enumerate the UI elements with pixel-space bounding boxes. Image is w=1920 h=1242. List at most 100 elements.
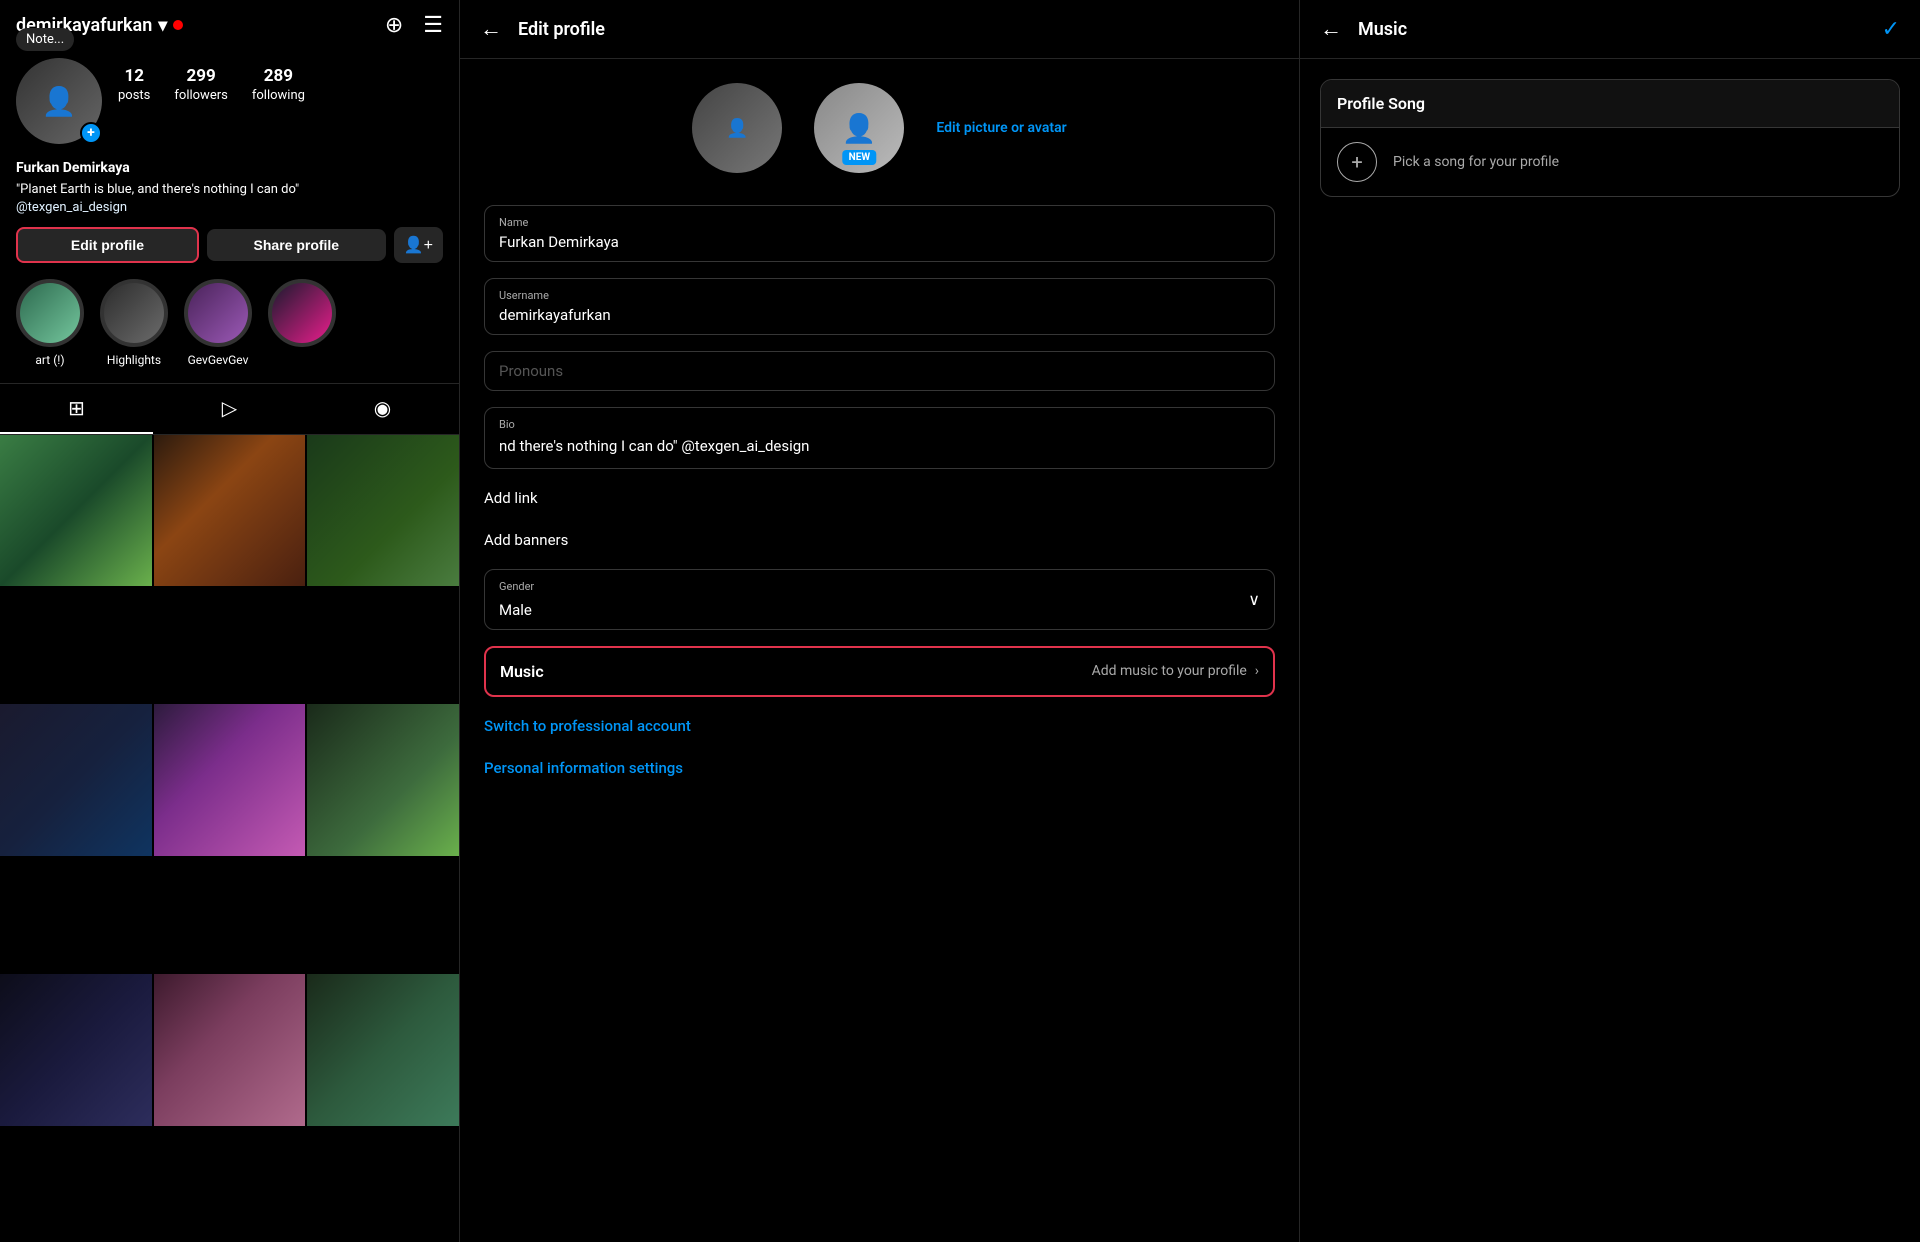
pick-song-text: Pick a song for your profile xyxy=(1393,154,1559,170)
name-value: Furkan Demirkaya xyxy=(499,233,1260,251)
right-panel: ← Music ✓ Profile Song + Pick a song for… xyxy=(1300,0,1920,1242)
left-panel: demirkayafurkan ▾ ⊕ ☰ Note... 👤 + 12 pos… xyxy=(0,0,460,1242)
photo-cell-4[interactable] xyxy=(0,704,152,856)
bio-fullname: Furkan Demirkaya xyxy=(16,160,443,176)
music-chevron-icon: › xyxy=(1255,663,1259,679)
gender-inner: Gender Male xyxy=(499,580,534,619)
bio-field[interactable]: Bio nd there's nothing I can do" @texgen… xyxy=(484,407,1275,469)
highlight-circle-gevgevgev xyxy=(184,279,252,347)
music-confirm-button[interactable]: ✓ xyxy=(1882,17,1900,42)
bio-field-value: nd there's nothing I can do" @texgen_ai_… xyxy=(499,435,1260,458)
action-buttons: Edit profile Share profile 👤+ xyxy=(0,227,459,279)
posts-label: posts xyxy=(118,88,150,103)
photo-cell-8[interactable] xyxy=(154,974,306,1126)
share-profile-button[interactable]: Share profile xyxy=(207,229,386,261)
edit-profile-button[interactable]: Edit profile xyxy=(16,227,199,263)
profile-section: Note... 👤 + 12 posts 299 followers 289 f… xyxy=(0,50,459,160)
pronouns-field[interactable]: Pronouns xyxy=(484,351,1275,391)
profile-song-header: Profile Song xyxy=(1321,80,1899,128)
bio-link[interactable]: @texgen_ai_design xyxy=(16,200,443,215)
highlight-gevgevgev-image xyxy=(188,283,248,343)
photo-cell-7[interactable] xyxy=(0,974,152,1126)
photo-cell-6[interactable] xyxy=(307,704,459,856)
highlight-item-gevgevgev[interactable]: GevGevGev xyxy=(184,279,252,367)
edit-header: ← Edit profile xyxy=(460,0,1299,59)
posts-value: 12 xyxy=(124,66,144,86)
photo-cell-5[interactable] xyxy=(154,704,306,856)
photo-cell-2[interactable] xyxy=(154,435,306,587)
bio-text: "Planet Earth is blue, and there's nothi… xyxy=(16,180,443,200)
add-post-button[interactable]: ⊕ xyxy=(385,12,403,38)
username-chevron-icon: ▾ xyxy=(158,15,167,36)
edit-title: Edit profile xyxy=(518,19,605,40)
bio-section: Furkan Demirkaya "Planet Earth is blue, … xyxy=(0,160,459,227)
edit-picture-link[interactable]: Edit picture or avatar xyxy=(936,120,1066,136)
music-field[interactable]: Music Add music to your profile › xyxy=(484,646,1275,697)
gender-label: Gender xyxy=(499,580,534,593)
highlight-circle-art xyxy=(16,279,84,347)
music-field-label: Music xyxy=(500,662,544,681)
switch-professional-link[interactable]: Switch to professional account xyxy=(484,713,1275,739)
profile-song-add-button[interactable]: + Pick a song for your profile xyxy=(1321,128,1899,196)
username-field[interactable]: Username demirkayafurkan xyxy=(484,278,1275,335)
highlight-item-highlights[interactable]: Highlights xyxy=(100,279,168,367)
tab-reels[interactable]: ▷ xyxy=(153,384,306,434)
middle-panel: ← Edit profile 👤 👤 NEW Edit picture or a… xyxy=(460,0,1300,1242)
top-bar-icons: ⊕ ☰ xyxy=(385,12,443,38)
following-value: 289 xyxy=(264,66,293,86)
name-field[interactable]: Name Furkan Demirkaya xyxy=(484,205,1275,262)
music-action-text: Add music to your profile xyxy=(1092,663,1247,679)
highlights-row: art (!) Highlights GevGevGev xyxy=(0,279,459,383)
music-header: ← Music ✓ xyxy=(1300,0,1920,59)
hamburger-menu-button[interactable]: ☰ xyxy=(423,12,443,38)
live-dot-icon xyxy=(173,20,183,30)
following-stat[interactable]: 289 following xyxy=(252,66,305,103)
username-label: Username xyxy=(499,289,1260,302)
music-back-button[interactable]: ← xyxy=(1320,16,1342,42)
highlight-circle-4 xyxy=(268,279,336,347)
highlight-4-image xyxy=(272,283,332,343)
followers-stat[interactable]: 299 followers xyxy=(174,66,227,103)
personal-info-link[interactable]: Personal information settings xyxy=(484,755,1275,781)
new-badge: NEW xyxy=(843,150,876,165)
stats-row: 12 posts 299 followers 289 following xyxy=(118,66,305,103)
photo-cell-1[interactable] xyxy=(0,435,152,587)
following-label: following xyxy=(252,88,305,103)
highlight-label-highlights: Highlights xyxy=(107,353,161,367)
followers-value: 299 xyxy=(186,66,215,86)
edit-avatar-section: 👤 👤 NEW Edit picture or avatar xyxy=(460,59,1299,189)
avatar-photo-current: 👤 xyxy=(692,83,782,173)
edit-form: Name Furkan Demirkaya Username demirkaya… xyxy=(460,189,1299,797)
add-link-button[interactable]: Add link xyxy=(484,485,1275,511)
edit-avatar-current[interactable]: 👤 xyxy=(692,83,782,173)
bio-label: Bio xyxy=(499,418,1260,431)
photo-cell-3[interactable] xyxy=(307,435,459,587)
posts-stat[interactable]: 12 posts xyxy=(118,66,150,103)
highlight-circle-highlights xyxy=(100,279,168,347)
note-bubble: Note... xyxy=(16,28,74,51)
avatar-add-button[interactable]: + xyxy=(80,122,102,144)
highlight-highlights-image xyxy=(104,283,164,343)
tab-grid[interactable]: ⊞ xyxy=(0,384,153,434)
plus-icon: + xyxy=(1337,142,1377,182)
photo-grid xyxy=(0,435,459,1242)
tab-bar: ⊞ ▷ ◉ xyxy=(0,383,459,435)
gender-field[interactable]: Gender Male ∨ xyxy=(484,569,1275,630)
profile-song-section: Profile Song + Pick a song for your prof… xyxy=(1320,79,1900,197)
followers-label: followers xyxy=(174,88,227,103)
music-title: Music xyxy=(1358,19,1407,40)
add-person-button[interactable]: 👤+ xyxy=(394,227,443,263)
tab-tagged[interactable]: ◉ xyxy=(306,384,459,434)
photo-cell-9[interactable] xyxy=(307,974,459,1126)
highlight-item-4[interactable] xyxy=(268,279,336,367)
avatar-wrapper: Note... 👤 + xyxy=(16,58,102,144)
highlight-label-gevgevgev: GevGevGev xyxy=(188,353,249,367)
highlight-item-art[interactable]: art (!) xyxy=(16,279,84,367)
add-banners-button[interactable]: Add banners xyxy=(484,527,1275,553)
music-right: Add music to your profile › xyxy=(1092,663,1259,679)
pronouns-placeholder: Pronouns xyxy=(499,362,1260,380)
username-field-value: demirkayafurkan xyxy=(499,306,1260,324)
highlight-art-image xyxy=(20,283,80,343)
edit-back-button[interactable]: ← xyxy=(480,16,502,42)
edit-avatar-new[interactable]: 👤 NEW xyxy=(814,83,904,173)
